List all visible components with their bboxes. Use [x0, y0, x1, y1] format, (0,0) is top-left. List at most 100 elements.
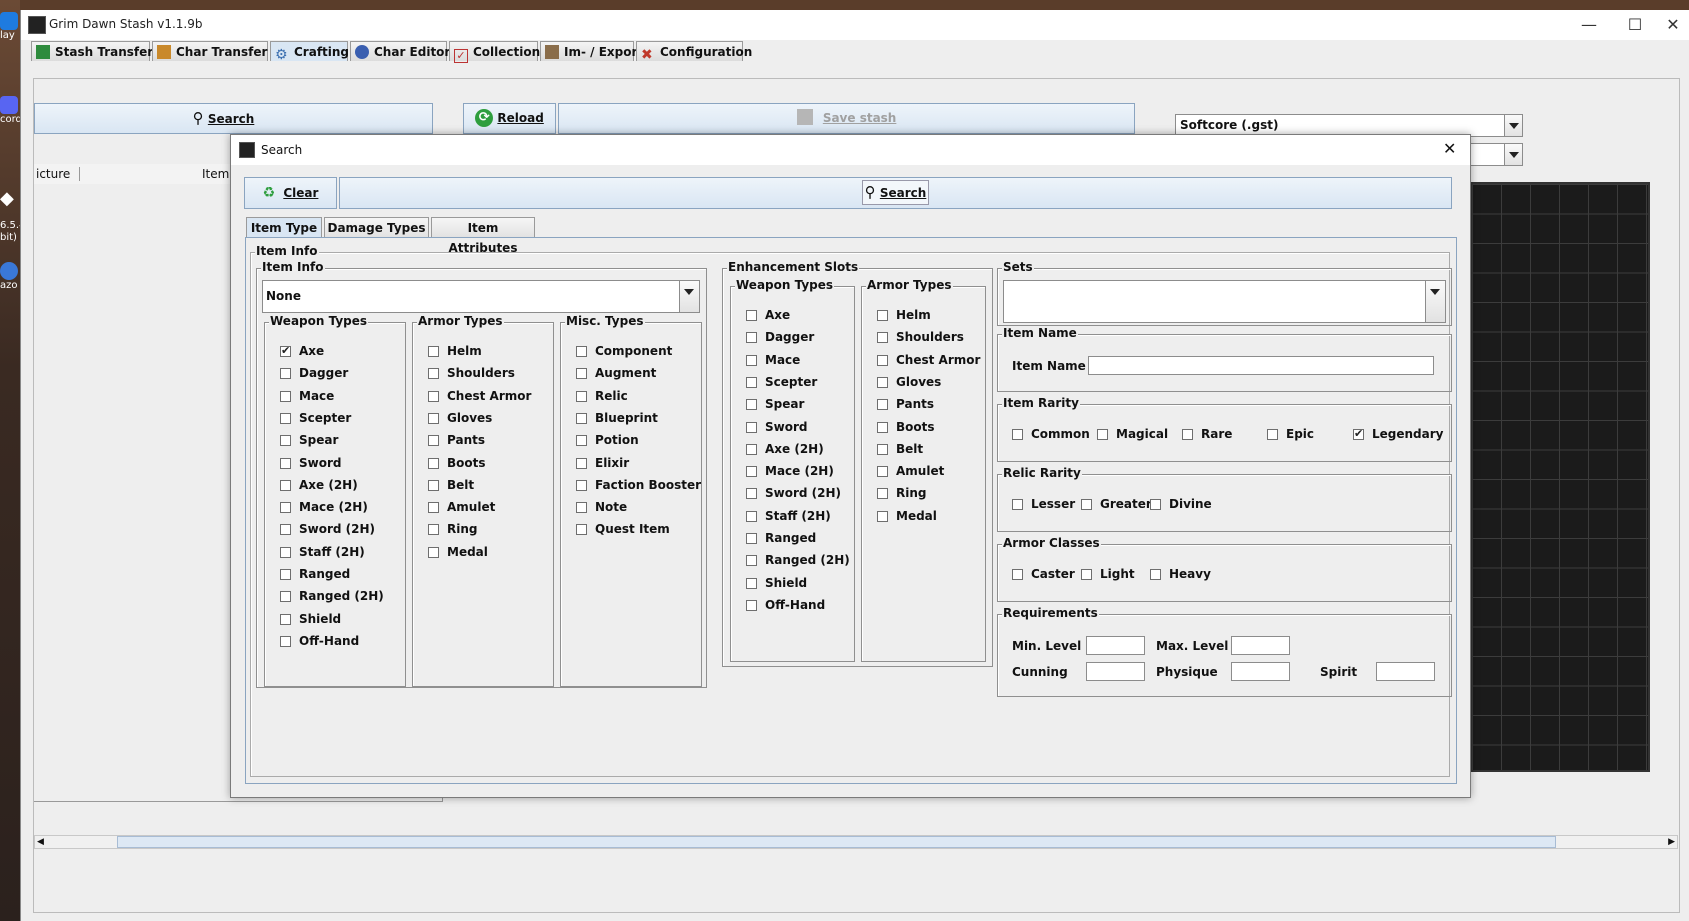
item-info-combo[interactable]: None [262, 280, 700, 313]
checkbox-unchecked-icon[interactable] [428, 479, 439, 491]
armor-class-heavy-checkbox[interactable]: Heavy [1150, 567, 1211, 581]
minimize-button[interactable]: — [1566, 12, 1612, 38]
checkbox-unchecked-icon[interactable] [428, 502, 439, 514]
armor-belt-checkbox[interactable]: Belt [428, 478, 474, 492]
checkbox-unchecked-icon[interactable] [280, 368, 291, 380]
armor-ring-checkbox[interactable]: Ring [428, 522, 478, 536]
enh-weapon-ranged-2h-checkbox[interactable]: Ranged (2H) [746, 553, 850, 567]
weapon-sword-checkbox[interactable]: Sword [280, 456, 341, 470]
armor-amulet-checkbox[interactable]: Amulet [428, 500, 495, 514]
tab-char-editor[interactable]: Char Editor [350, 41, 450, 61]
checkbox-unchecked-icon[interactable] [746, 376, 757, 388]
tab-damage-types[interactable]: Damage Types [324, 217, 429, 237]
tab-collection[interactable]: ✓ Collection [449, 41, 540, 63]
rarity-legendary-checkbox[interactable]: Legendary [1353, 427, 1443, 441]
enh-weapon-axe-2h-checkbox[interactable]: Axe (2H) [746, 442, 824, 456]
checkbox-unchecked-icon[interactable] [280, 457, 291, 469]
checkbox-unchecked-icon[interactable] [877, 421, 888, 433]
checkbox-unchecked-icon[interactable] [576, 435, 587, 447]
save-stash-button[interactable]: Save stash [558, 103, 1135, 134]
checkbox-unchecked-icon[interactable] [576, 412, 587, 424]
tab-configuration[interactable]: ✖ Configuration [636, 41, 752, 62]
checkbox-unchecked-icon[interactable] [1012, 429, 1023, 440]
weapon-spear-checkbox[interactable]: Spear [280, 433, 338, 447]
enh-armor-pants-checkbox[interactable]: Pants [877, 397, 934, 411]
checkbox-unchecked-icon[interactable] [280, 412, 291, 424]
scroll-right-icon[interactable]: ▶ [1668, 837, 1675, 847]
physique-input[interactable] [1231, 662, 1290, 681]
item-name-input[interactable] [1088, 356, 1434, 375]
armor-pants-checkbox[interactable]: Pants [428, 433, 485, 447]
checkbox-unchecked-icon[interactable] [428, 346, 439, 357]
enh-armor-boots-checkbox[interactable]: Boots [877, 420, 935, 434]
enh-armor-ring-checkbox[interactable]: Ring [877, 486, 927, 500]
checkbox-unchecked-icon[interactable] [280, 479, 291, 491]
misc-faction-booster-checkbox[interactable]: Faction Booster [576, 478, 701, 492]
chevron-down-icon[interactable] [1504, 115, 1522, 136]
checkbox-unchecked-icon[interactable] [280, 390, 291, 402]
rarity-magical-checkbox[interactable]: Magical [1097, 427, 1168, 441]
checkbox-unchecked-icon[interactable] [877, 332, 888, 344]
weapon-ranged-checkbox[interactable]: Ranged [280, 567, 350, 581]
enh-weapon-sword-2h-checkbox[interactable]: Sword (2H) [746, 486, 841, 500]
close-button[interactable]: ✕ [1658, 12, 1688, 38]
checkbox-unchecked-icon[interactable] [280, 569, 291, 580]
checkbox-unchecked-icon[interactable] [1012, 569, 1023, 580]
checkbox-unchecked-icon[interactable] [877, 488, 888, 500]
horizontal-scrollbar[interactable]: ◀ ▶ [34, 835, 1678, 849]
enh-weapon-ranged-checkbox[interactable]: Ranged [746, 531, 816, 545]
dialog-title-bar[interactable]: Search ✕ [231, 135, 1470, 165]
checkbox-unchecked-icon[interactable] [746, 510, 757, 522]
misc-note-checkbox[interactable]: Note [576, 500, 627, 514]
weapon-axe-2h-checkbox[interactable]: Axe (2H) [280, 478, 358, 492]
armor-gloves-checkbox[interactable]: Gloves [428, 411, 492, 425]
enh-armor-amulet-checkbox[interactable]: Amulet [877, 464, 944, 478]
column-header-item[interactable]: Item [202, 167, 229, 181]
checkbox-unchecked-icon[interactable] [1182, 429, 1193, 440]
reload-button[interactable]: ⟳ Reload [463, 103, 556, 134]
enh-weapon-scepter-checkbox[interactable]: Scepter [746, 375, 817, 389]
checkbox-unchecked-icon[interactable] [746, 488, 757, 500]
sets-combo[interactable] [1003, 280, 1446, 323]
relic-lesser-checkbox[interactable]: Lesser [1012, 497, 1075, 511]
checkbox-unchecked-icon[interactable] [280, 635, 291, 647]
armor-boots-checkbox[interactable]: Boots [428, 456, 486, 470]
column-header-picture[interactable]: icture [34, 167, 80, 181]
checkbox-unchecked-icon[interactable] [877, 466, 888, 478]
checkbox-unchecked-icon[interactable] [1081, 569, 1092, 580]
weapon-off-hand-checkbox[interactable]: Off-Hand [280, 634, 359, 648]
weapon-axe-checkbox[interactable]: Axe [280, 344, 324, 358]
misc-component-checkbox[interactable]: Component [576, 344, 672, 358]
armor-class-caster-checkbox[interactable]: Caster [1012, 567, 1075, 581]
enh-weapon-axe-checkbox[interactable]: Axe [746, 308, 790, 322]
checkbox-unchecked-icon[interactable] [428, 457, 439, 469]
checkbox-unchecked-icon[interactable] [877, 443, 888, 455]
desktop-shortcut-4[interactable]: azo [0, 262, 20, 291]
checkbox-unchecked-icon[interactable] [576, 457, 587, 469]
tab-stash-transfer[interactable]: Stash Transfer [31, 41, 153, 61]
checkbox-unchecked-icon[interactable] [746, 599, 757, 611]
checkbox-unchecked-icon[interactable] [1267, 429, 1278, 440]
checkbox-unchecked-icon[interactable] [280, 502, 291, 514]
misc-relic-checkbox[interactable]: Relic [576, 389, 628, 403]
checkbox-unchecked-icon[interactable] [1081, 499, 1092, 510]
misc-elixir-checkbox[interactable]: Elixir [576, 456, 629, 470]
checkbox-unchecked-icon[interactable] [280, 524, 291, 536]
weapon-mace-checkbox[interactable]: Mace [280, 389, 334, 403]
enh-weapon-mace-checkbox[interactable]: Mace [746, 353, 800, 367]
enh-armor-helm-checkbox[interactable]: Helm [877, 308, 931, 322]
enh-armor-shoulders-checkbox[interactable]: Shoulders [877, 330, 964, 344]
checkbox-unchecked-icon[interactable] [280, 613, 291, 625]
checkbox-unchecked-icon[interactable] [746, 466, 757, 478]
clear-button[interactable]: ♻ Clear [244, 177, 337, 209]
checkbox-unchecked-icon[interactable] [280, 591, 291, 603]
tab-item-attributes[interactable]: Item Attributes [431, 217, 535, 255]
tab-im-export[interactable]: Im- / Export [540, 41, 643, 61]
enh-armor-medal-checkbox[interactable]: Medal [877, 509, 937, 523]
armor-shoulders-checkbox[interactable]: Shoulders [428, 366, 515, 380]
checkbox-unchecked-icon[interactable] [877, 354, 888, 366]
stash-grid[interactable] [1470, 182, 1650, 772]
enh-weapon-off-hand-checkbox[interactable]: Off-Hand [746, 598, 825, 612]
armor-class-light-checkbox[interactable]: Light [1081, 567, 1135, 581]
checkbox-unchecked-icon[interactable] [877, 310, 888, 321]
